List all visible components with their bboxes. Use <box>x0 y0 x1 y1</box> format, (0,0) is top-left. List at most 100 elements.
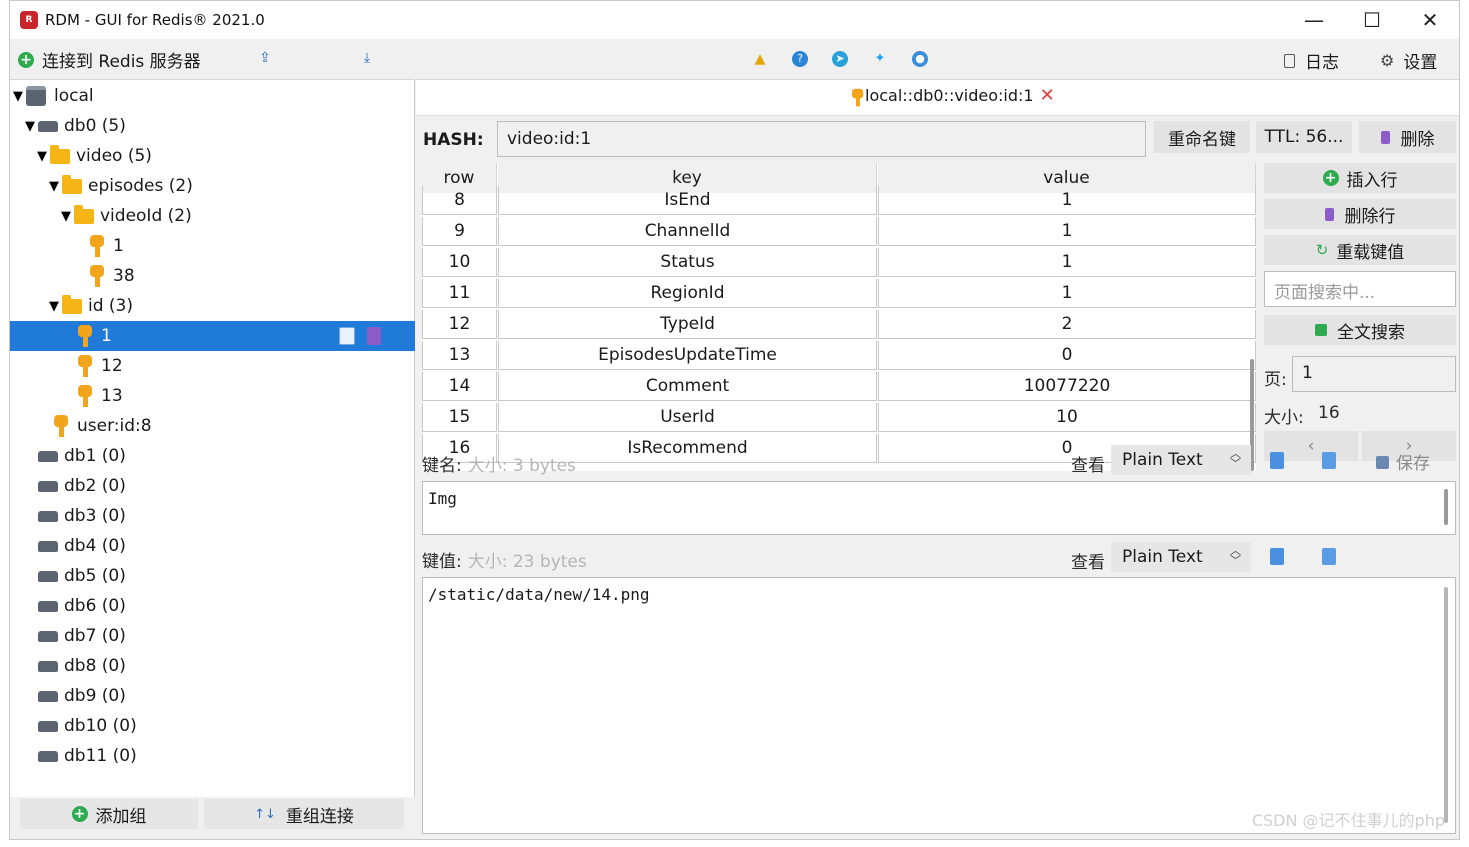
table-cell-value[interactable]: 1 <box>878 217 1256 246</box>
table-cell-key[interactable]: ChannelId <box>498 217 877 246</box>
table-cell-row[interactable]: 8 <box>422 186 497 215</box>
key-editor-scrollbar[interactable] <box>1444 489 1448 525</box>
tree-node-db[interactable]: db8 (0) <box>10 651 415 681</box>
value-format-select[interactable]: Plain Text ︿ ﹀ <box>1111 542 1251 572</box>
table-cell-key[interactable]: EpisodesUpdateTime <box>498 341 877 370</box>
rename-key-button[interactable]: 重命名键 <box>1154 121 1250 153</box>
table-cell-value[interactable]: 0 <box>878 341 1256 370</box>
import-icon[interactable]: ⇪ <box>256 49 274 67</box>
table-cell-key[interactable]: Status <box>498 248 877 277</box>
warning-icon[interactable]: ▲ <box>752 51 768 67</box>
key-name-field[interactable]: video:id:1 <box>497 121 1146 157</box>
save-button[interactable]: 保存 <box>1376 449 1430 474</box>
tree-node-db0[interactable]: ▼ db0 (5) <box>10 111 415 141</box>
maximize-button[interactable]: ☐ <box>1343 1 1401 39</box>
twitter-icon[interactable]: ✦ <box>872 51 888 67</box>
tree-node-key[interactable]: 38 <box>10 261 415 291</box>
export-icon[interactable]: ⤓ <box>358 49 376 67</box>
table-cell-value[interactable]: 1 <box>878 279 1256 308</box>
edit-external-icon[interactable] <box>1270 452 1284 469</box>
tree-node-db[interactable]: db3 (0) <box>10 501 415 531</box>
table-cell-value[interactable]: 10077220 <box>878 372 1256 401</box>
delete-key-button[interactable]: 删除 <box>1359 121 1456 153</box>
tree-node-key[interactable]: user:id:8 <box>10 411 415 441</box>
page-number-field[interactable]: 1 <box>1292 356 1456 392</box>
tree-node-id-folder[interactable]: ▼ id (3) <box>10 291 415 321</box>
table-cell-key[interactable]: Comment <box>498 372 877 401</box>
table-cell-row[interactable]: 10 <box>422 248 497 277</box>
table-cell-key[interactable]: IsEnd <box>498 186 877 215</box>
key-format-select[interactable]: Plain Text ︿ ﹀ <box>1111 445 1251 475</box>
tree-node-key[interactable]: 1 <box>10 231 415 261</box>
expand-arrow-icon[interactable]: ▼ <box>48 299 60 314</box>
table-cell-row[interactable]: 14 <box>422 372 497 401</box>
telegram-icon[interactable]: ➤ <box>832 51 848 67</box>
table-row[interactable]: 15 UserId 10 <box>422 403 1256 434</box>
table-cell-key[interactable]: RegionId <box>498 279 877 308</box>
expand-arrow-icon[interactable]: ▼ <box>60 209 72 224</box>
table-cell-value[interactable]: 1 <box>878 248 1256 277</box>
reload-value-button[interactable]: ↻ 重载键值 <box>1264 235 1456 265</box>
table-cell-row[interactable]: 13 <box>422 341 497 370</box>
close-window-button[interactable]: ✕ <box>1401 1 1459 39</box>
table-cell-row[interactable]: 11 <box>422 279 497 308</box>
table-cell-row[interactable]: 9 <box>422 217 497 246</box>
expand-arrow-icon[interactable]: ▼ <box>12 89 24 104</box>
key-name-editor[interactable]: Img <box>422 481 1456 535</box>
copy-icon[interactable] <box>1322 548 1336 565</box>
tree-node-server[interactable]: ▼ local <box>10 81 415 111</box>
open-key-icon[interactable] <box>339 327 355 345</box>
expand-arrow-icon[interactable]: ▼ <box>24 119 36 134</box>
copy-icon[interactable] <box>1322 452 1336 469</box>
minimize-button[interactable]: — <box>1285 1 1343 39</box>
fulltext-search-button[interactable]: 全文搜索 <box>1264 315 1456 345</box>
tree-node-videoid[interactable]: ▼ videoId (2) <box>10 201 415 231</box>
log-button[interactable]: 日志 <box>1284 48 1339 73</box>
table-row[interactable]: 13 EpisodesUpdateTime 0 <box>422 341 1256 372</box>
table-row[interactable]: 8 IsEnd 1 <box>422 186 1256 217</box>
tree-node-key[interactable]: 12 <box>10 351 415 381</box>
add-group-button[interactable]: + 添加组 <box>20 799 198 829</box>
tree-node-video[interactable]: ▼ video (5) <box>10 141 415 171</box>
edit-external-icon[interactable] <box>1270 548 1284 565</box>
github-icon[interactable]: ● <box>912 51 928 67</box>
delete-row-button[interactable]: 删除行 <box>1264 199 1456 229</box>
tree-node-episodes[interactable]: ▼ episodes (2) <box>10 171 415 201</box>
table-cell-key[interactable]: UserId <box>498 403 877 432</box>
expand-arrow-icon[interactable]: ▼ <box>48 179 60 194</box>
tree-node-db[interactable]: db11 (0) <box>10 741 415 771</box>
tree-node-db[interactable]: db2 (0) <box>10 471 415 501</box>
tree-node-key[interactable]: 13 <box>10 381 415 411</box>
tree-node-db[interactable]: db4 (0) <box>10 531 415 561</box>
tree-node-db[interactable]: db1 (0) <box>10 441 415 471</box>
table-cell-value[interactable]: 1 <box>878 186 1256 215</box>
value-editor-scrollbar[interactable] <box>1444 587 1448 823</box>
tree-node-db[interactable]: db6 (0) <box>10 591 415 621</box>
table-cell-key[interactable]: TypeId <box>498 310 877 339</box>
value-editor[interactable]: /static/data/new/14.png <box>422 577 1456 834</box>
tree-node-db[interactable]: db10 (0) <box>10 711 415 741</box>
ttl-button[interactable]: TTL: 56... <box>1256 121 1352 153</box>
tab-key[interactable]: local::db0::video:id:1 ✕ <box>850 85 1055 106</box>
page-search-input[interactable]: 页面搜索中... <box>1264 271 1456 307</box>
help-icon[interactable]: ? <box>792 51 808 67</box>
tree-node-db[interactable]: db7 (0) <box>10 621 415 651</box>
table-cell-value[interactable]: 10 <box>878 403 1256 432</box>
expand-arrow-icon[interactable]: ▼ <box>36 149 48 164</box>
table-cell-row[interactable]: 12 <box>422 310 497 339</box>
insert-row-button[interactable]: + 插入行 <box>1264 163 1456 193</box>
table-row[interactable]: 12 TypeId 2 <box>422 310 1256 341</box>
table-row[interactable]: 11 RegionId 1 <box>422 279 1256 310</box>
trash-icon[interactable] <box>367 327 381 345</box>
connect-server-button[interactable]: + 连接到 Redis 服务器 <box>18 47 201 72</box>
settings-button[interactable]: ⚙ 设置 <box>1380 48 1437 73</box>
tree-node-db[interactable]: db5 (0) <box>10 561 415 591</box>
table-cell-value[interactable]: 2 <box>878 310 1256 339</box>
table-row[interactable]: 10 Status 1 <box>422 248 1256 279</box>
reconnect-button[interactable]: ↑↓ 重组连接 <box>204 799 404 829</box>
table-row[interactable]: 9 ChannelId 1 <box>422 217 1256 248</box>
tree-node-key-selected[interactable]: 1 <box>10 321 415 351</box>
table-cell-row[interactable]: 15 <box>422 403 497 432</box>
table-row[interactable]: 14 Comment 10077220 <box>422 372 1256 403</box>
tree-node-db[interactable]: db9 (0) <box>10 681 415 711</box>
